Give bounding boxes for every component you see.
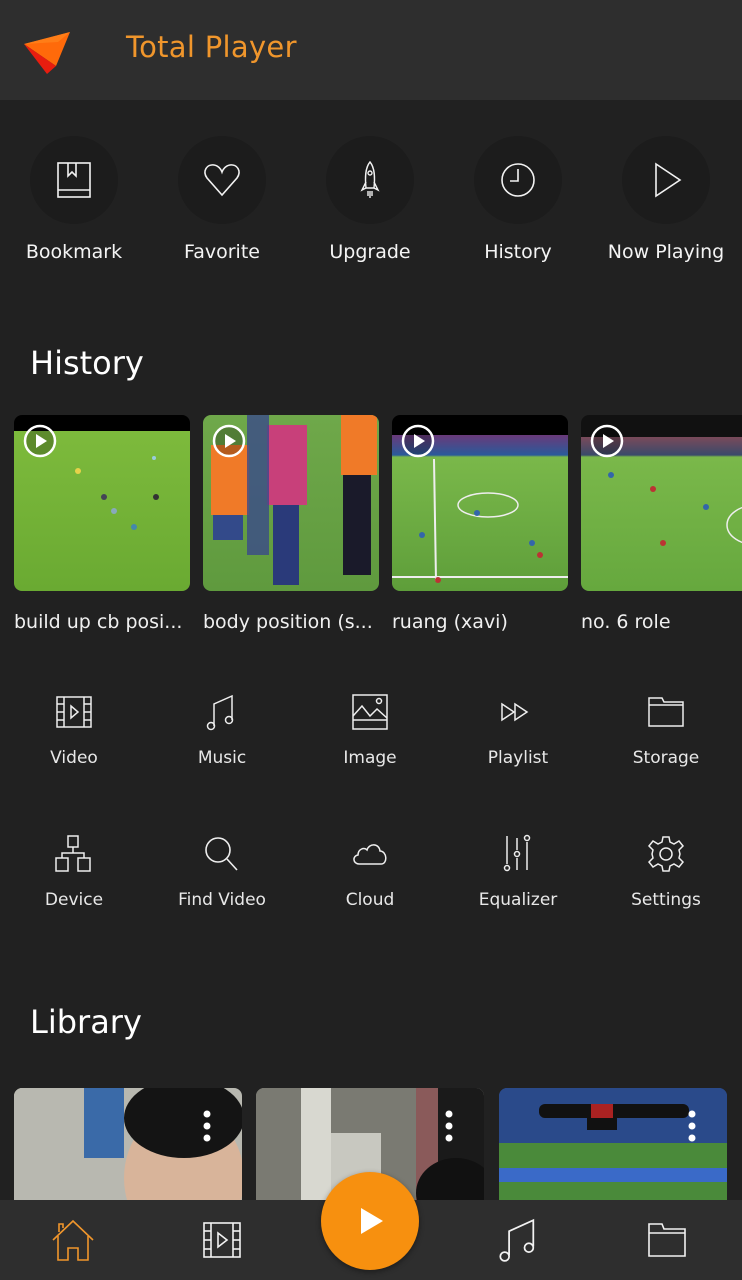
category-settings[interactable]: Settings: [592, 824, 740, 924]
more-options-icon[interactable]: [688, 1110, 696, 1142]
film-icon: [56, 696, 92, 728]
thumbnail-image: [499, 1088, 727, 1200]
library-section-title: Library: [30, 1003, 142, 1041]
play-circle-icon: [212, 424, 246, 458]
history-item-title: body position (s...: [203, 611, 373, 633]
cloud-icon: [353, 844, 387, 865]
app-bar: Total Player: [0, 0, 742, 100]
more-options-icon[interactable]: [445, 1110, 453, 1142]
history-item-title: build up cb posi...: [14, 611, 183, 633]
quick-action-bookmark[interactable]: Bookmark: [0, 134, 148, 274]
category-playlist[interactable]: Playlist: [444, 682, 592, 782]
play-icon: [655, 162, 682, 198]
category-find-video[interactable]: Find Video: [148, 824, 296, 924]
category-music[interactable]: Music: [148, 682, 296, 782]
history-section-title: History: [30, 344, 144, 382]
play-fab-button[interactable]: [321, 1172, 419, 1270]
image-icon: [352, 694, 388, 730]
play-circle-icon: [590, 424, 624, 458]
music-note-icon: [206, 694, 234, 731]
nav-videos[interactable]: [196, 1214, 248, 1266]
history-item[interactable]: body position (s...: [203, 415, 379, 633]
thumbnail-image: [14, 1088, 242, 1200]
category-grid-row-1: Video Music Image Playlist Storage: [0, 682, 742, 782]
network-icon: [55, 835, 91, 872]
category-device[interactable]: Device: [0, 824, 148, 924]
video-thumbnail[interactable]: [203, 415, 379, 591]
quick-action-history[interactable]: History: [444, 134, 592, 274]
category-image[interactable]: Image: [296, 682, 444, 782]
bookmark-book-icon: [57, 162, 91, 198]
play-icon: [361, 1208, 383, 1234]
video-thumbnail[interactable]: [14, 415, 190, 591]
folder-icon: [648, 1223, 686, 1257]
home-icon: [52, 1219, 94, 1261]
heart-icon: [204, 164, 240, 197]
history-item[interactable]: build up cb posi...: [14, 415, 190, 633]
category-grid-row-2: Device Find Video Cloud Equalizer Settin…: [0, 824, 742, 924]
video-thumbnail[interactable]: [392, 415, 568, 591]
history-list[interactable]: build up cb posi... body position (s...: [0, 415, 742, 645]
app-logo-icon: [24, 32, 70, 74]
film-icon: [203, 1222, 241, 1258]
search-icon: [205, 837, 238, 871]
quick-action-now-playing[interactable]: Now Playing: [592, 134, 740, 274]
gear-icon: [647, 836, 685, 872]
nav-home[interactable]: [47, 1214, 99, 1266]
play-circle-icon: [23, 424, 57, 458]
history-item-title: ruang (xavi): [392, 611, 508, 633]
category-video[interactable]: Video: [0, 682, 148, 782]
quick-actions: Bookmark Favorite Upgrade History Now Pl…: [0, 134, 742, 274]
category-equalizer[interactable]: Equalizer: [444, 824, 592, 924]
history-item[interactable]: ruang (xavi): [392, 415, 568, 633]
video-thumbnail[interactable]: [581, 415, 742, 591]
category-cloud[interactable]: Cloud: [296, 824, 444, 924]
quick-action-favorite[interactable]: Favorite: [148, 134, 296, 274]
music-note-icon: [499, 1218, 535, 1262]
library-item[interactable]: [499, 1088, 727, 1200]
folder-icon: [648, 697, 684, 727]
more-options-icon[interactable]: [203, 1110, 211, 1142]
history-item-title: no. 6 role: [581, 611, 671, 633]
app-title: Total Player: [126, 30, 297, 64]
nav-folders[interactable]: [641, 1214, 693, 1266]
clock-icon: [501, 163, 535, 197]
rocket-icon: [360, 160, 380, 198]
category-storage[interactable]: Storage: [592, 682, 740, 782]
play-circle-icon: [401, 424, 435, 458]
nav-music[interactable]: [493, 1214, 545, 1266]
library-item[interactable]: [14, 1088, 242, 1200]
fast-forward-icon: [501, 702, 529, 722]
quick-action-upgrade[interactable]: Upgrade: [296, 134, 444, 274]
equalizer-icon: [503, 834, 531, 872]
history-item[interactable]: no. 6 role: [581, 415, 742, 633]
